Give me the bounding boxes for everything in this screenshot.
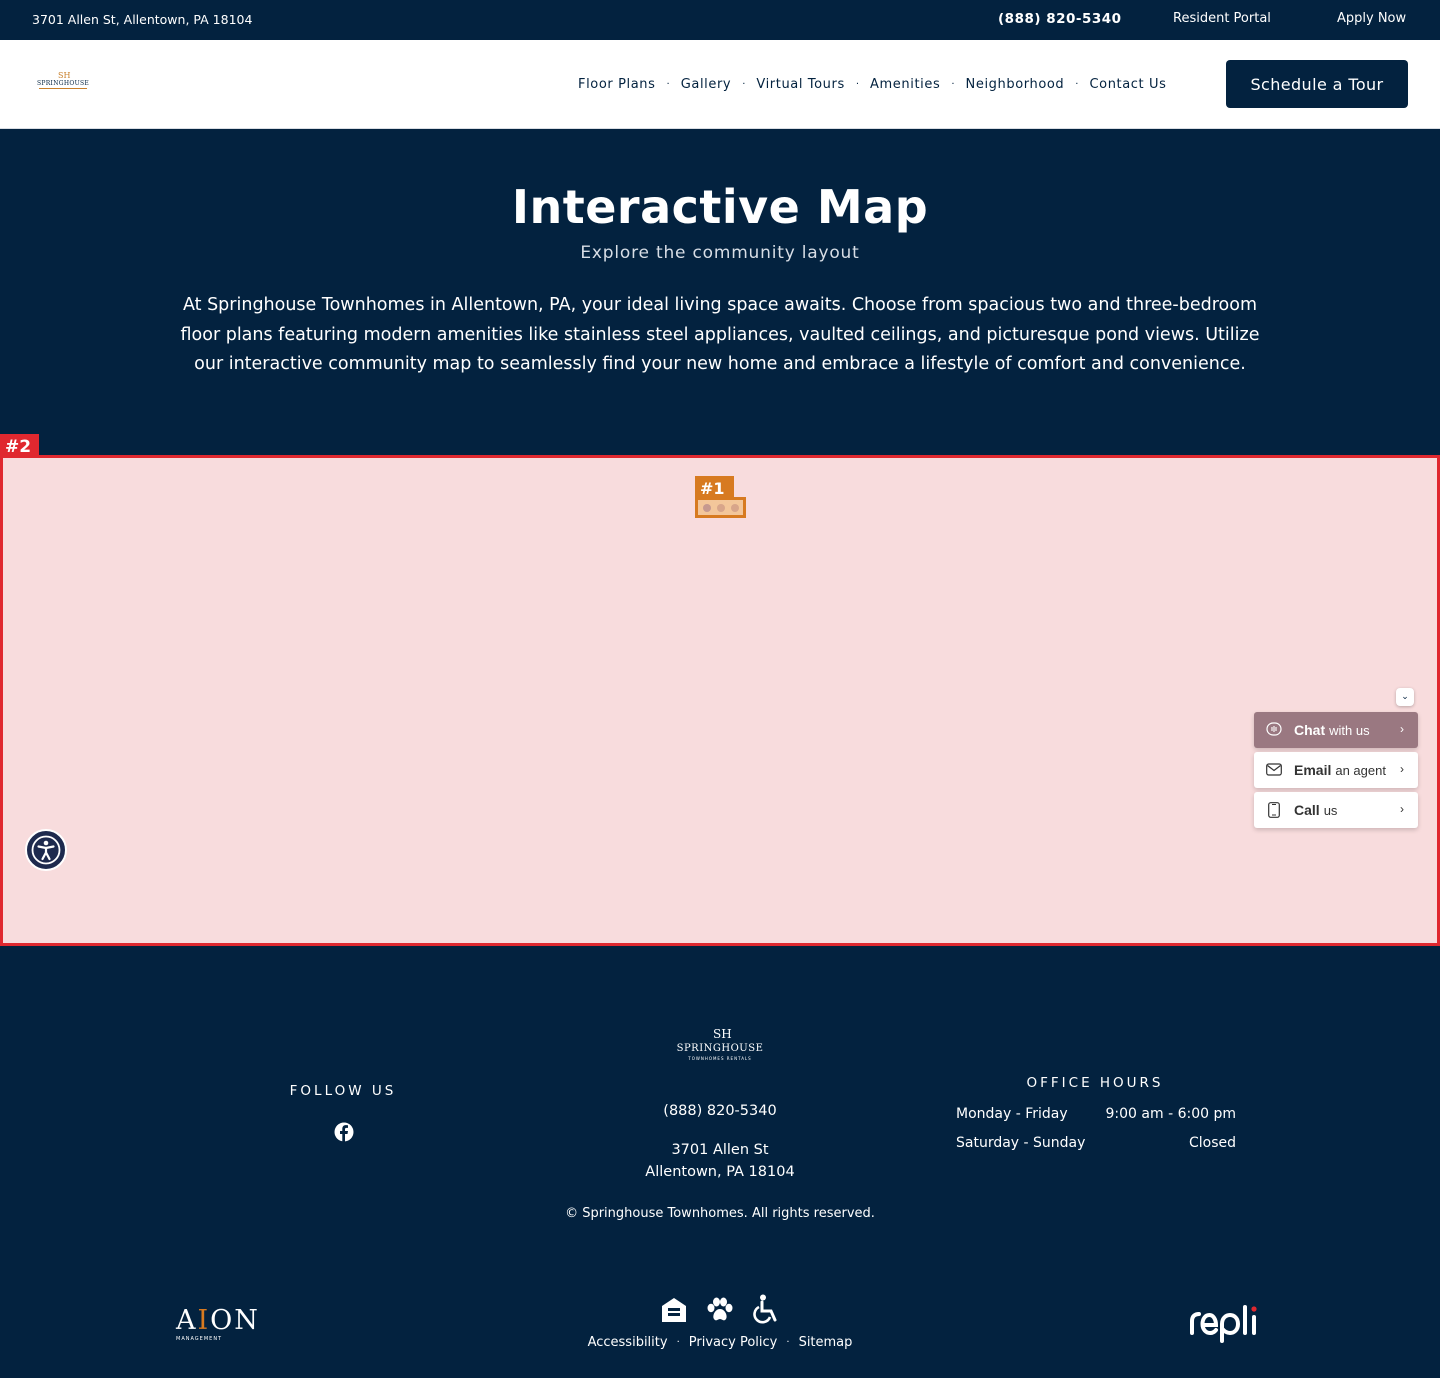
footer-address-line2: Allentown, PA 18104 [645,1164,795,1180]
chat-label-rest: with us [1329,722,1370,738]
repli-logo[interactable] [1189,1303,1265,1343]
email-label-rest: an agent [1335,762,1386,778]
aion-management-text: MANAGEMENT [176,1336,223,1342]
schedule-tour-button[interactable]: Schedule a Tour [1226,60,1408,108]
email-label-bold: Email [1294,762,1332,778]
accessibility-icon [31,835,61,865]
sitemap-link[interactable]: Sitemap [799,1335,853,1350]
chevron-right-icon: › [1400,762,1404,776]
hours-time: 9:00 am - 6:00 pm [1105,1106,1236,1122]
nav-separator: · [855,78,860,90]
chat-label-bold: Chat [1294,722,1326,738]
primary-nav: Floor Plans · Gallery · Virtual Tours · … [578,75,1166,93]
privacy-policy-link[interactable]: Privacy Policy [689,1335,778,1350]
chat-icon [1254,722,1294,738]
logo-wordmark: SPRINGHOUSE [36,80,90,87]
loading-dot [702,503,711,512]
aion-wordmark: AION [176,1305,260,1336]
nav-separator: · [951,78,955,90]
page-title: Interactive Map [511,180,929,234]
footer-phone[interactable]: (888) 820-5340 [570,1103,870,1119]
nav-separator: · [1075,78,1079,90]
nav-neighborhood[interactable]: Neighborhood [966,77,1065,92]
facebook-icon[interactable] [334,1122,354,1142]
accessibility-widget-button[interactable] [25,829,67,871]
equal-housing-icon [662,1298,686,1322]
hours-day: Saturday - Sunday [956,1135,1086,1151]
link-separator: · [786,1337,790,1348]
top-phone-link[interactable]: (888) 820-5340 [998,11,1122,27]
main-header: SH SPRINGHOUSE Floor Plans · Gallery · V… [0,40,1440,129]
intro-paragraph: At Springhouse Townhomes in Allentown, P… [180,295,1260,374]
nav-gallery[interactable]: Gallery [681,77,732,92]
footer-logo-sub: TOWNHOMES RENTALS [688,1056,752,1061]
resident-portal-link[interactable]: Resident Portal [1173,11,1271,26]
top-utility-bar: 3701 Allen St, Allentown, PA 18104 (888)… [0,0,1440,40]
nav-virtual-tours[interactable]: Virtual Tours [756,77,844,92]
nav-separator: · [742,78,746,90]
wheelchair-icon [753,1294,777,1324]
hours-time: Closed [1188,1135,1236,1151]
nav-floor-plans[interactable]: Floor Plans [578,77,656,92]
footer-logo-mark: SH [713,1027,732,1041]
follow-us-heading: FOLLOW US [289,1083,397,1099]
chat-with-us-button[interactable]: Chat with us › [1254,712,1418,748]
apply-now-link[interactable]: Apply Now [1337,11,1406,26]
widget-collapse-button[interactable]: ⌄ [1396,688,1414,706]
call-us-button[interactable]: Call us › [1254,792,1418,828]
footer-address-line1: 3701 Allen St [671,1142,769,1158]
hours-day: Monday - Friday [956,1106,1068,1122]
copyright-text: © Springhouse Townhomes. All rights rese… [565,1206,875,1221]
nav-amenities[interactable]: Amenities [870,77,940,92]
envelope-icon [1254,763,1294,777]
logo-underline [39,88,87,90]
loader-tag: #1 [695,476,734,498]
accessibility-link[interactable]: Accessibility [588,1335,668,1350]
footer-compliance-icons [660,1294,781,1324]
map-region-tag: #2 [0,434,39,458]
paw-icon [707,1297,733,1321]
footer-springhouse-logo[interactable]: SH SPRINGHOUSE TOWNHOMES RENTALS [670,1027,770,1063]
office-hours-heading: OFFICE HOURS [1026,1075,1164,1091]
nav-separator: · [666,78,670,90]
top-address: 3701 Allen St, Allentown, PA 18104 [32,12,253,27]
link-separator: · [676,1337,680,1348]
page-subtitle: Explore the community layout [580,243,860,263]
loading-dot [730,503,739,512]
call-label-rest: us [1323,802,1338,818]
nav-contact-us[interactable]: Contact Us [1089,77,1166,92]
springhouse-logo[interactable]: SH SPRINGHOUSE [33,71,93,95]
footer-logo-wordmark: SPRINGHOUSE [676,1043,764,1054]
loading-dots [695,497,746,518]
email-an-agent-button[interactable]: Email an agent › [1254,752,1418,788]
phone-icon [1254,802,1294,818]
aion-management-logo[interactable]: AION MANAGEMENT [176,1307,266,1343]
loading-dot [716,503,725,512]
interactive-map-region[interactable] [0,455,1440,946]
chevron-right-icon: › [1400,802,1404,816]
footer-links: Accessibility · Privacy Policy · Sitemap [560,1335,880,1350]
call-label-bold: Call [1294,802,1320,818]
map-loader: #1 [695,476,746,518]
chevron-right-icon: › [1400,722,1404,736]
